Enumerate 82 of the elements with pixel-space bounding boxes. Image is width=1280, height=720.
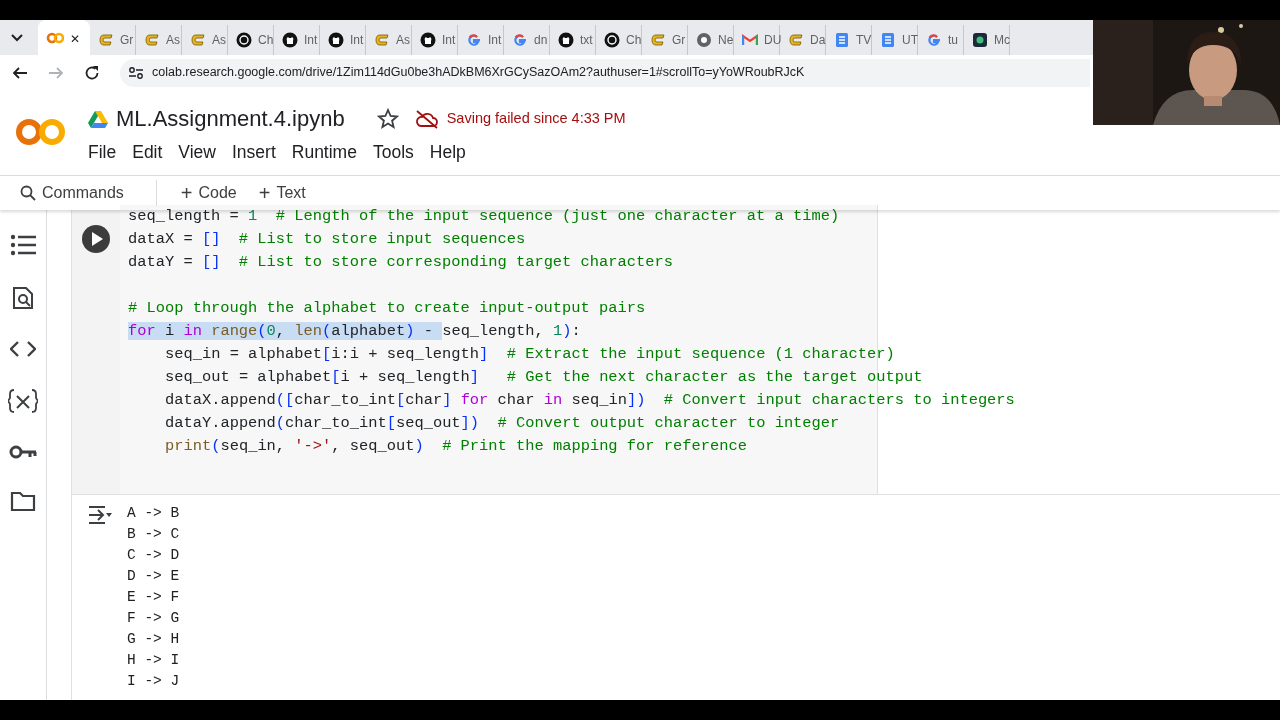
mail-logo-icon — [742, 31, 758, 48]
folder-icon[interactable] — [10, 490, 36, 512]
table-of-contents-icon[interactable] — [10, 234, 36, 256]
drive-logo-icon — [88, 109, 108, 128]
browser-tab[interactable]: Gr — [642, 24, 688, 55]
browser-tab[interactable]: Int — [320, 24, 366, 55]
output-line: H -> I — [127, 651, 180, 670]
output-line: G -> H — [127, 630, 180, 649]
browser-tab[interactable]: Int — [458, 24, 504, 55]
output-line: I -> J — [127, 672, 180, 691]
browser-tab[interactable]: Ch — [596, 24, 642, 55]
site-settings-icon[interactable] — [128, 65, 144, 80]
g-logo-icon — [926, 31, 942, 48]
c-logo-icon — [144, 31, 160, 48]
browser-tab[interactable]: Mc — [964, 24, 1010, 55]
browser-tab[interactable]: txt — [550, 24, 596, 55]
address-bar[interactable]: colab.research.google.com/drive/1Zim114dGu0be3hADkBM6XrGCySazOAm2?authuser=1#scrollTo=yYoWRoubRJcK — [120, 58, 1090, 87]
g-logo-icon — [512, 31, 528, 48]
code-line: for i in range(0, len(alphabet) - seq_length, 1): — [128, 321, 581, 342]
g-logo-icon — [466, 31, 482, 48]
output-line: A -> B — [127, 504, 180, 523]
code-line: seq_out = alphabet[i + seq_length] # Get the next character as the target output — [165, 367, 923, 388]
c-logo-icon — [650, 31, 666, 48]
code-line: dataY = [] # List to store corresponding target characters — [128, 252, 673, 273]
output-line: D -> E — [127, 567, 180, 586]
back-icon[interactable] — [12, 64, 28, 81]
code-line: print(seq_in, '->', seq_out) # Print the mapping for reference — [165, 436, 747, 457]
browser-tab[interactable]: Int — [274, 24, 320, 55]
document-icon — [880, 31, 896, 48]
chrome-logo-icon — [696, 31, 712, 48]
notebook-title[interactable]: ML.Assignment.4.ipynb — [116, 102, 345, 135]
browser-tab[interactable]: UT — [872, 24, 918, 55]
save-status: Saving failed since 4:33 PM — [446, 108, 626, 128]
menu-item[interactable]: View — [178, 139, 228, 166]
star-icon[interactable] — [376, 107, 399, 130]
menu-item[interactable]: Runtime — [291, 139, 369, 166]
colab-logo-icon[interactable] — [16, 116, 66, 148]
code-line: dataX = [] # List to store input sequences — [128, 229, 526, 250]
output-line: E -> F — [127, 588, 180, 607]
menu-item[interactable]: Edit — [132, 139, 175, 166]
browser-tab[interactable]: DU — [734, 24, 780, 55]
output-line: C -> D — [127, 546, 180, 565]
browser-tab[interactable]: dn — [504, 24, 550, 55]
browser-tab[interactable]: Ch — [228, 24, 274, 55]
chevron-icon — [11, 33, 23, 42]
output-line: F -> G — [127, 609, 180, 628]
browser-tab[interactable]: Da — [780, 24, 826, 55]
app-logo-icon — [972, 31, 988, 48]
document-icon — [834, 31, 850, 48]
browser-tab[interactable]: As — [136, 24, 182, 55]
search-icon — [20, 185, 36, 201]
menu-item[interactable]: Help — [429, 139, 478, 166]
menu-item[interactable]: File — [88, 139, 129, 166]
browser-tab[interactable]: ✕ — [38, 20, 90, 55]
menu-item[interactable]: Tools — [372, 139, 426, 166]
code-line: seq_in = alphabet[i:i + seq_length] # Extract the input sequence (1 character) — [165, 344, 895, 365]
close-tab-button[interactable]: ✕ — [70, 32, 80, 45]
code-line: dataX.append([char_to_int[char] for char in seq_in]) # Convert input characters to integers — [165, 390, 1015, 411]
code-line: dataY.append(char_to_int[seq_out]) # Convert output character to integer — [165, 413, 840, 434]
key-icon[interactable] — [9, 444, 37, 460]
output-actions-icon[interactable] — [86, 505, 113, 525]
output-line: B -> C — [127, 525, 180, 544]
find-icon[interactable] — [12, 286, 34, 310]
browser-tab[interactable]: tu — [918, 24, 964, 55]
menu-item[interactable]: Insert — [232, 139, 288, 166]
cloud-off-icon — [414, 108, 439, 129]
c-logo-icon — [98, 31, 114, 48]
reload-icon[interactable] — [84, 64, 100, 81]
code-icon[interactable] — [10, 340, 36, 358]
browser-tab[interactable]: As — [366, 24, 412, 55]
c-logo-icon — [788, 31, 804, 48]
browser-tab[interactable]: TV — [826, 24, 872, 55]
c-logo-icon — [374, 31, 390, 48]
commands-button[interactable]: Commands — [14, 179, 130, 207]
code-line: # Loop through the alphabet to create input-output pairs — [128, 298, 646, 319]
c-logo-icon — [190, 31, 206, 48]
browser-tab[interactable]: Int — [412, 24, 458, 55]
browser-tab[interactable]: Gr — [90, 24, 136, 55]
run-cell-button[interactable] — [81, 224, 111, 254]
browser-tab[interactable]: As — [182, 24, 228, 55]
browser-tab[interactable]: Ne — [688, 24, 734, 55]
variables-icon[interactable] — [8, 388, 38, 414]
